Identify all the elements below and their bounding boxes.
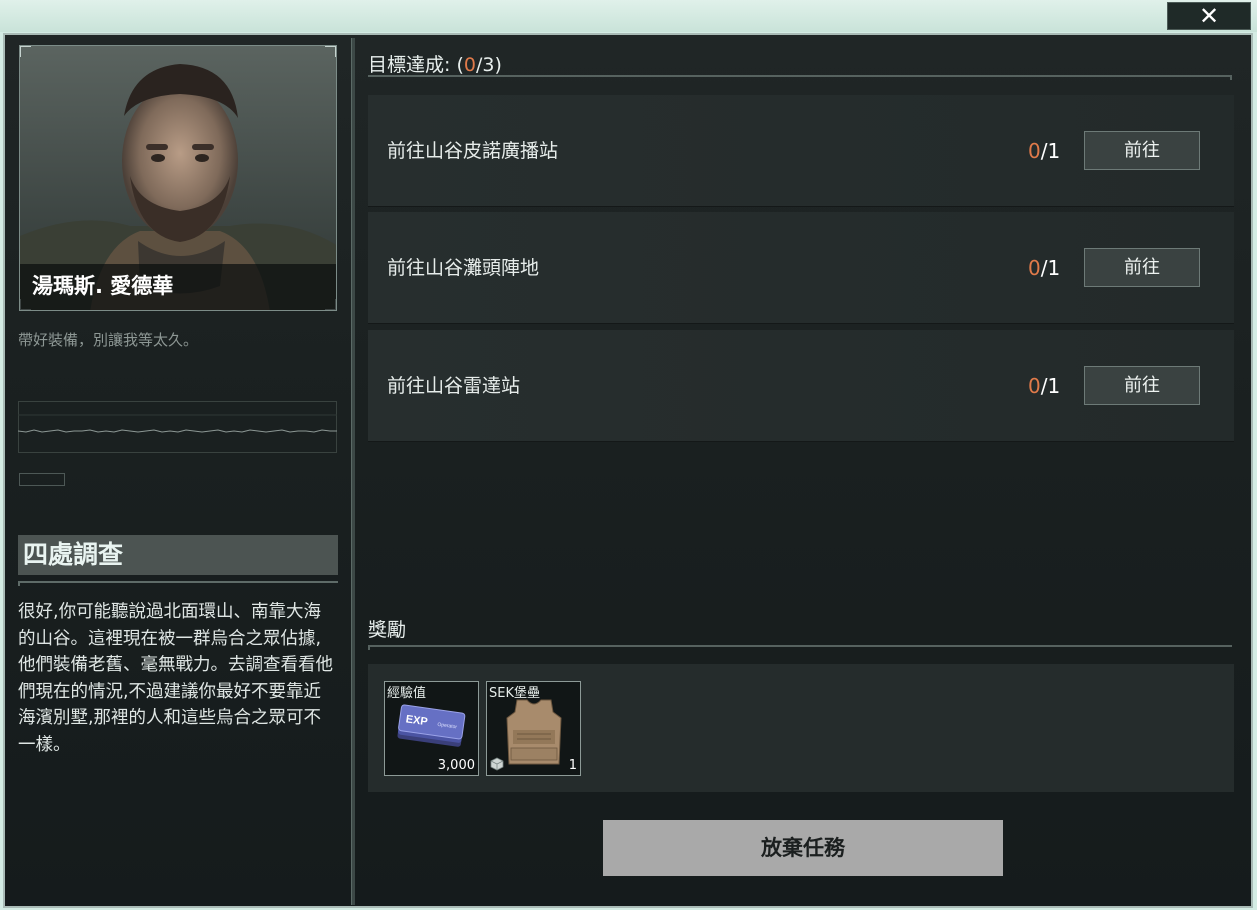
mission-description: 很好,你可能聽說過北面環山、南靠大海的山谷。這裡現在被一群烏合之眾佔據,他們裝備… <box>18 602 333 755</box>
objective-done: 0 <box>1028 256 1041 280</box>
close-icon: ✕ <box>1198 2 1220 30</box>
objective-progress: 0/1 <box>1028 95 1060 207</box>
objective-progress: 0/1 <box>1028 330 1060 442</box>
objectives-open-paren: ( <box>456 54 464 76</box>
objective-text: 前往山谷皮諾廣播站 <box>387 140 559 162</box>
rewards-area: EXP Operator 經驗值 3,000 SEK堡壘 1 <box>368 664 1234 792</box>
npc-name: 湯瑪斯. 愛德華 <box>20 264 336 310</box>
objective-text: 前往山谷灘頭陣地 <box>387 257 540 279</box>
radio-waveform-graphic <box>18 401 337 453</box>
objective-done: 0 <box>1028 374 1041 398</box>
rewards-rule <box>368 645 1232 650</box>
objective-text: 前往山谷雷達站 <box>387 375 521 397</box>
objective-done: 0 <box>1028 139 1041 163</box>
reward-item-quantity: 1 <box>568 758 577 773</box>
go-button[interactable]: 前往 <box>1084 131 1200 170</box>
objectives-total-count: /3 <box>475 54 495 76</box>
abandon-mission-button[interactable]: 放棄任務 <box>603 820 1003 876</box>
reward-item-quantity: 3,000 <box>437 758 475 773</box>
npc-quote: 帶好裝備，別讓我等太久。 <box>18 331 199 349</box>
package-icon <box>490 757 504 771</box>
objective-row: 前往山谷雷達站 0/1 前往 <box>368 330 1234 442</box>
window-title-bar: ✕ <box>0 0 1257 32</box>
objectives-done-count: 0 <box>463 54 476 76</box>
npc-portrait: 湯瑪斯. 愛德華 <box>19 45 337 311</box>
objectives-header: 目標達成: (0/3) <box>368 50 502 77</box>
reward-item-exp[interactable]: EXP Operator 經驗值 3,000 <box>384 681 479 776</box>
objective-row: 前往山谷灘頭陣地 0/1 前往 <box>368 212 1234 324</box>
objective-total: /1 <box>1040 139 1061 163</box>
reward-item-armor[interactable]: SEK堡壘 1 <box>486 681 581 776</box>
go-button[interactable]: 前往 <box>1084 366 1200 405</box>
objectives-close-paren: ) <box>494 54 502 76</box>
radio-channel-tag <box>19 473 65 486</box>
frame-corner <box>325 46 336 57</box>
objective-total: /1 <box>1040 256 1061 280</box>
reward-item-name: SEK堡壘 <box>489 686 540 701</box>
objective-progress: 0/1 <box>1028 212 1060 324</box>
reward-item-name: 經驗值 <box>387 686 427 701</box>
mission-dialog: 湯瑪斯. 愛德華 帶好裝備，別讓我等太久。 四處調查 很好,你可能聽說過北面環山… <box>3 33 1253 908</box>
rewards-label: 獎勵 <box>368 619 407 641</box>
objective-row: 前往山谷皮諾廣播站 0/1 前往 <box>368 95 1234 207</box>
column-divider <box>351 38 355 905</box>
objective-total: /1 <box>1040 374 1061 398</box>
close-button[interactable]: ✕ <box>1167 2 1251 30</box>
mission-title-underline <box>18 581 338 586</box>
frame-corner <box>20 46 31 57</box>
mission-title: 四處調查 <box>18 535 338 575</box>
objectives-rule <box>368 75 1232 80</box>
go-button[interactable]: 前往 <box>1084 248 1200 287</box>
objectives-label: 目標達成: <box>368 54 451 76</box>
